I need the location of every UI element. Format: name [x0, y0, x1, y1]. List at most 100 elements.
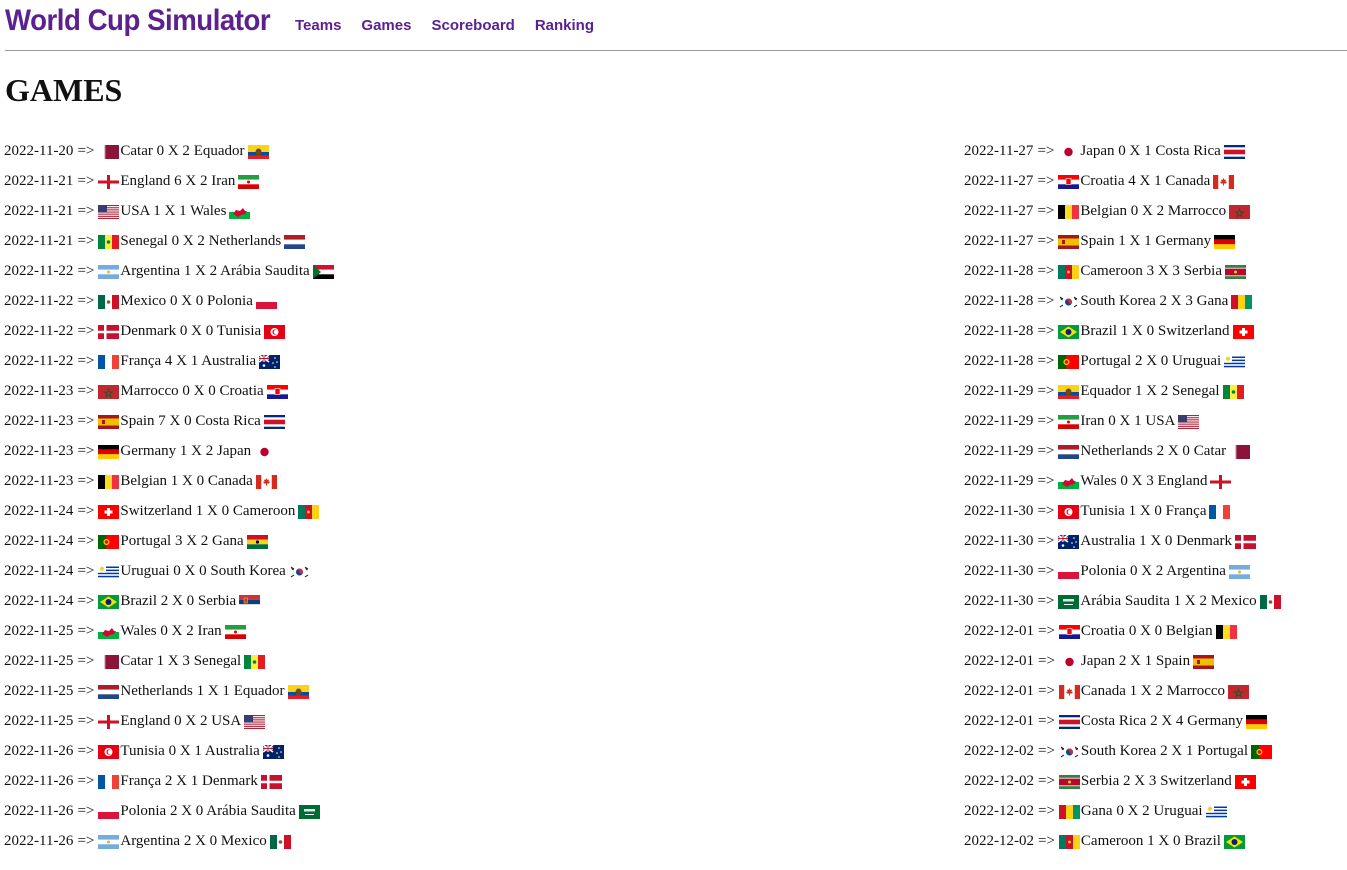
match-score: 1 X 1: [196, 683, 230, 699]
netherlands-flag-icon: [98, 684, 120, 699]
game-row: 2022-11-27 => Spain 1 X 1 Germany: [964, 226, 1281, 256]
cameroon-flag-icon: [1058, 264, 1080, 279]
date-arrow: =>: [77, 503, 95, 519]
mexico-flag-icon: [98, 294, 120, 309]
game-date: 2022-11-29: [964, 383, 1034, 399]
equador-flag-icon: [1058, 384, 1080, 399]
match-score: 0 X 2: [171, 233, 205, 249]
date-arrow: =>: [77, 833, 95, 849]
away-team: Costa Rica: [1155, 143, 1221, 159]
game-row: 2022-11-28 => Cameroon 3 X 3 Serbia: [964, 256, 1281, 286]
england-flag-icon: [1210, 474, 1232, 489]
denmark-flag-icon: [1235, 534, 1256, 549]
home-team: Germany: [120, 443, 177, 459]
tunisia-flag-icon: [1058, 504, 1080, 519]
date-arrow: =>: [77, 323, 95, 339]
home-team: Netherlands: [120, 683, 193, 699]
date-arrow: =>: [77, 773, 95, 789]
match-score: 0 X 0: [169, 293, 204, 309]
game-date: 2022-11-30: [964, 563, 1034, 579]
date-arrow: =>: [77, 473, 95, 489]
argentina-flag-icon: [1228, 564, 1250, 579]
game-row: 2022-11-23 => Germany 1 X 2 Japan: [4, 436, 334, 466]
game-row: 2022-12-01 => Costa Rica 2 X 4 Germany: [964, 706, 1281, 736]
uruguai-flag-icon: [1205, 804, 1227, 819]
nav-scoreboard[interactable]: Scoreboard: [431, 17, 514, 34]
game-row: 2022-11-22 => Argentina 1 X 2 Arábia Saudi…: [4, 256, 334, 286]
equador-flag-icon: [287, 684, 309, 699]
home-team: Canada: [1080, 683, 1126, 699]
game-row: 2022-11-30 => Polonia 0 X 2 Argentina: [964, 556, 1281, 586]
game-date: 2022-11-21: [4, 173, 74, 189]
game-date: 2022-11-30: [964, 593, 1034, 609]
away-team: Uruguai: [1153, 803, 1203, 819]
away-team: Iran: [211, 173, 236, 189]
home-team: Polonia: [1080, 563, 1127, 579]
match-score: 0 X 1: [1118, 143, 1152, 159]
catar-flag-icon: [1229, 444, 1251, 459]
games-list-right: 2022-11-27 => Japan 0 X 1 Costa Rica 2022-1…: [964, 136, 1281, 856]
date-arrow: =>: [1038, 713, 1055, 729]
match-score: 0 X 0: [1128, 623, 1163, 639]
brand-link[interactable]: World Cup Simulator: [5, 4, 272, 38]
home-team: Gana: [1080, 803, 1113, 819]
home-team: Spain: [120, 413, 155, 429]
match-score: 0 X 3: [1120, 473, 1154, 489]
date-arrow: =>: [1037, 263, 1055, 279]
match-text: Equador 1 X 2 Senegal: [1080, 380, 1219, 402]
away-team: Arábia Saudita: [220, 263, 310, 279]
game-date: 2022-12-01: [964, 683, 1034, 699]
game-row: 2022-11-23 => Belgian 1 X 0 Canada: [4, 466, 334, 496]
nav-ranking[interactable]: Ranking: [535, 17, 594, 34]
nav-teams[interactable]: Teams: [295, 17, 341, 34]
spain-flag-icon: [1193, 654, 1215, 669]
away-team: Denmark: [1176, 533, 1232, 549]
game-date: 2022-12-01: [964, 653, 1034, 669]
date-arrow: =>: [1037, 203, 1055, 219]
australia-flag-icon: [1057, 534, 1080, 549]
australia-flag-icon: [262, 744, 284, 759]
away-team: USA: [1145, 413, 1176, 429]
away-team: Equador: [193, 143, 245, 159]
netherlands-flag-icon: [284, 234, 306, 249]
game-row: 2022-12-01 => Japan 2 X 1 Spain: [964, 646, 1281, 676]
match-score: 0 X 2: [160, 623, 194, 639]
away-team: Tunisia: [216, 323, 262, 339]
match-text: Brazil 1 X 0 Switzerland: [1080, 320, 1229, 342]
match-text: Costa Rica 2 X 4 Germany: [1081, 710, 1243, 732]
match-score: 2 X 4: [1150, 713, 1184, 729]
game-date: 2022-11-24: [4, 503, 74, 519]
match-score: 0 X 1: [168, 743, 202, 759]
game-row: 2022-11-29 => Wales 0 X 3 England: [964, 466, 1281, 496]
japan-flag-icon: [1058, 654, 1080, 669]
match-text: Netherlands 2 X 0 Catar: [1080, 440, 1226, 462]
match-score: 1 X 2: [1129, 683, 1163, 699]
costarica-flag-icon: [1058, 714, 1080, 729]
date-arrow: =>: [1038, 653, 1055, 669]
portugal-flag-icon: [1058, 354, 1080, 369]
home-team: Cameroon: [1080, 263, 1143, 279]
nav-games[interactable]: Games: [361, 17, 411, 34]
wales-flag-icon: [229, 204, 251, 219]
match-score: 1 X 0: [1120, 323, 1155, 339]
match-score: 3 X 2: [174, 533, 209, 549]
away-team: Arábia Saudita: [206, 803, 296, 819]
home-team: França: [120, 773, 162, 789]
wales-flag-icon: [1058, 474, 1080, 489]
game-row: 2022-11-22 => Denmark 0 X 0 Tunisia: [4, 316, 334, 346]
game-date: 2022-11-29: [964, 473, 1034, 489]
away-team: Marrocco: [1166, 683, 1226, 699]
game-date: 2022-11-25: [4, 653, 74, 669]
date-arrow: =>: [1037, 563, 1055, 579]
home-team: Brazil: [1080, 323, 1118, 339]
match-text: Croatia 4 X 1 Canada: [1080, 170, 1210, 192]
date-arrow: =>: [1038, 743, 1055, 759]
match-score: 0 X 2: [1116, 803, 1150, 819]
game-row: 2022-11-24 => Switzerland 1 X 0 Cameroon: [4, 496, 334, 526]
marrocco-flag-icon: [1228, 684, 1250, 699]
canada-flag-icon: [255, 474, 277, 489]
match-score: 1 X 0: [1147, 833, 1181, 849]
guinea-flag-icon: [1231, 294, 1253, 309]
match-score: 6 X 2: [174, 173, 208, 189]
game-row: 2022-11-30 => Australia 1 X 0 Denmark: [964, 526, 1281, 556]
